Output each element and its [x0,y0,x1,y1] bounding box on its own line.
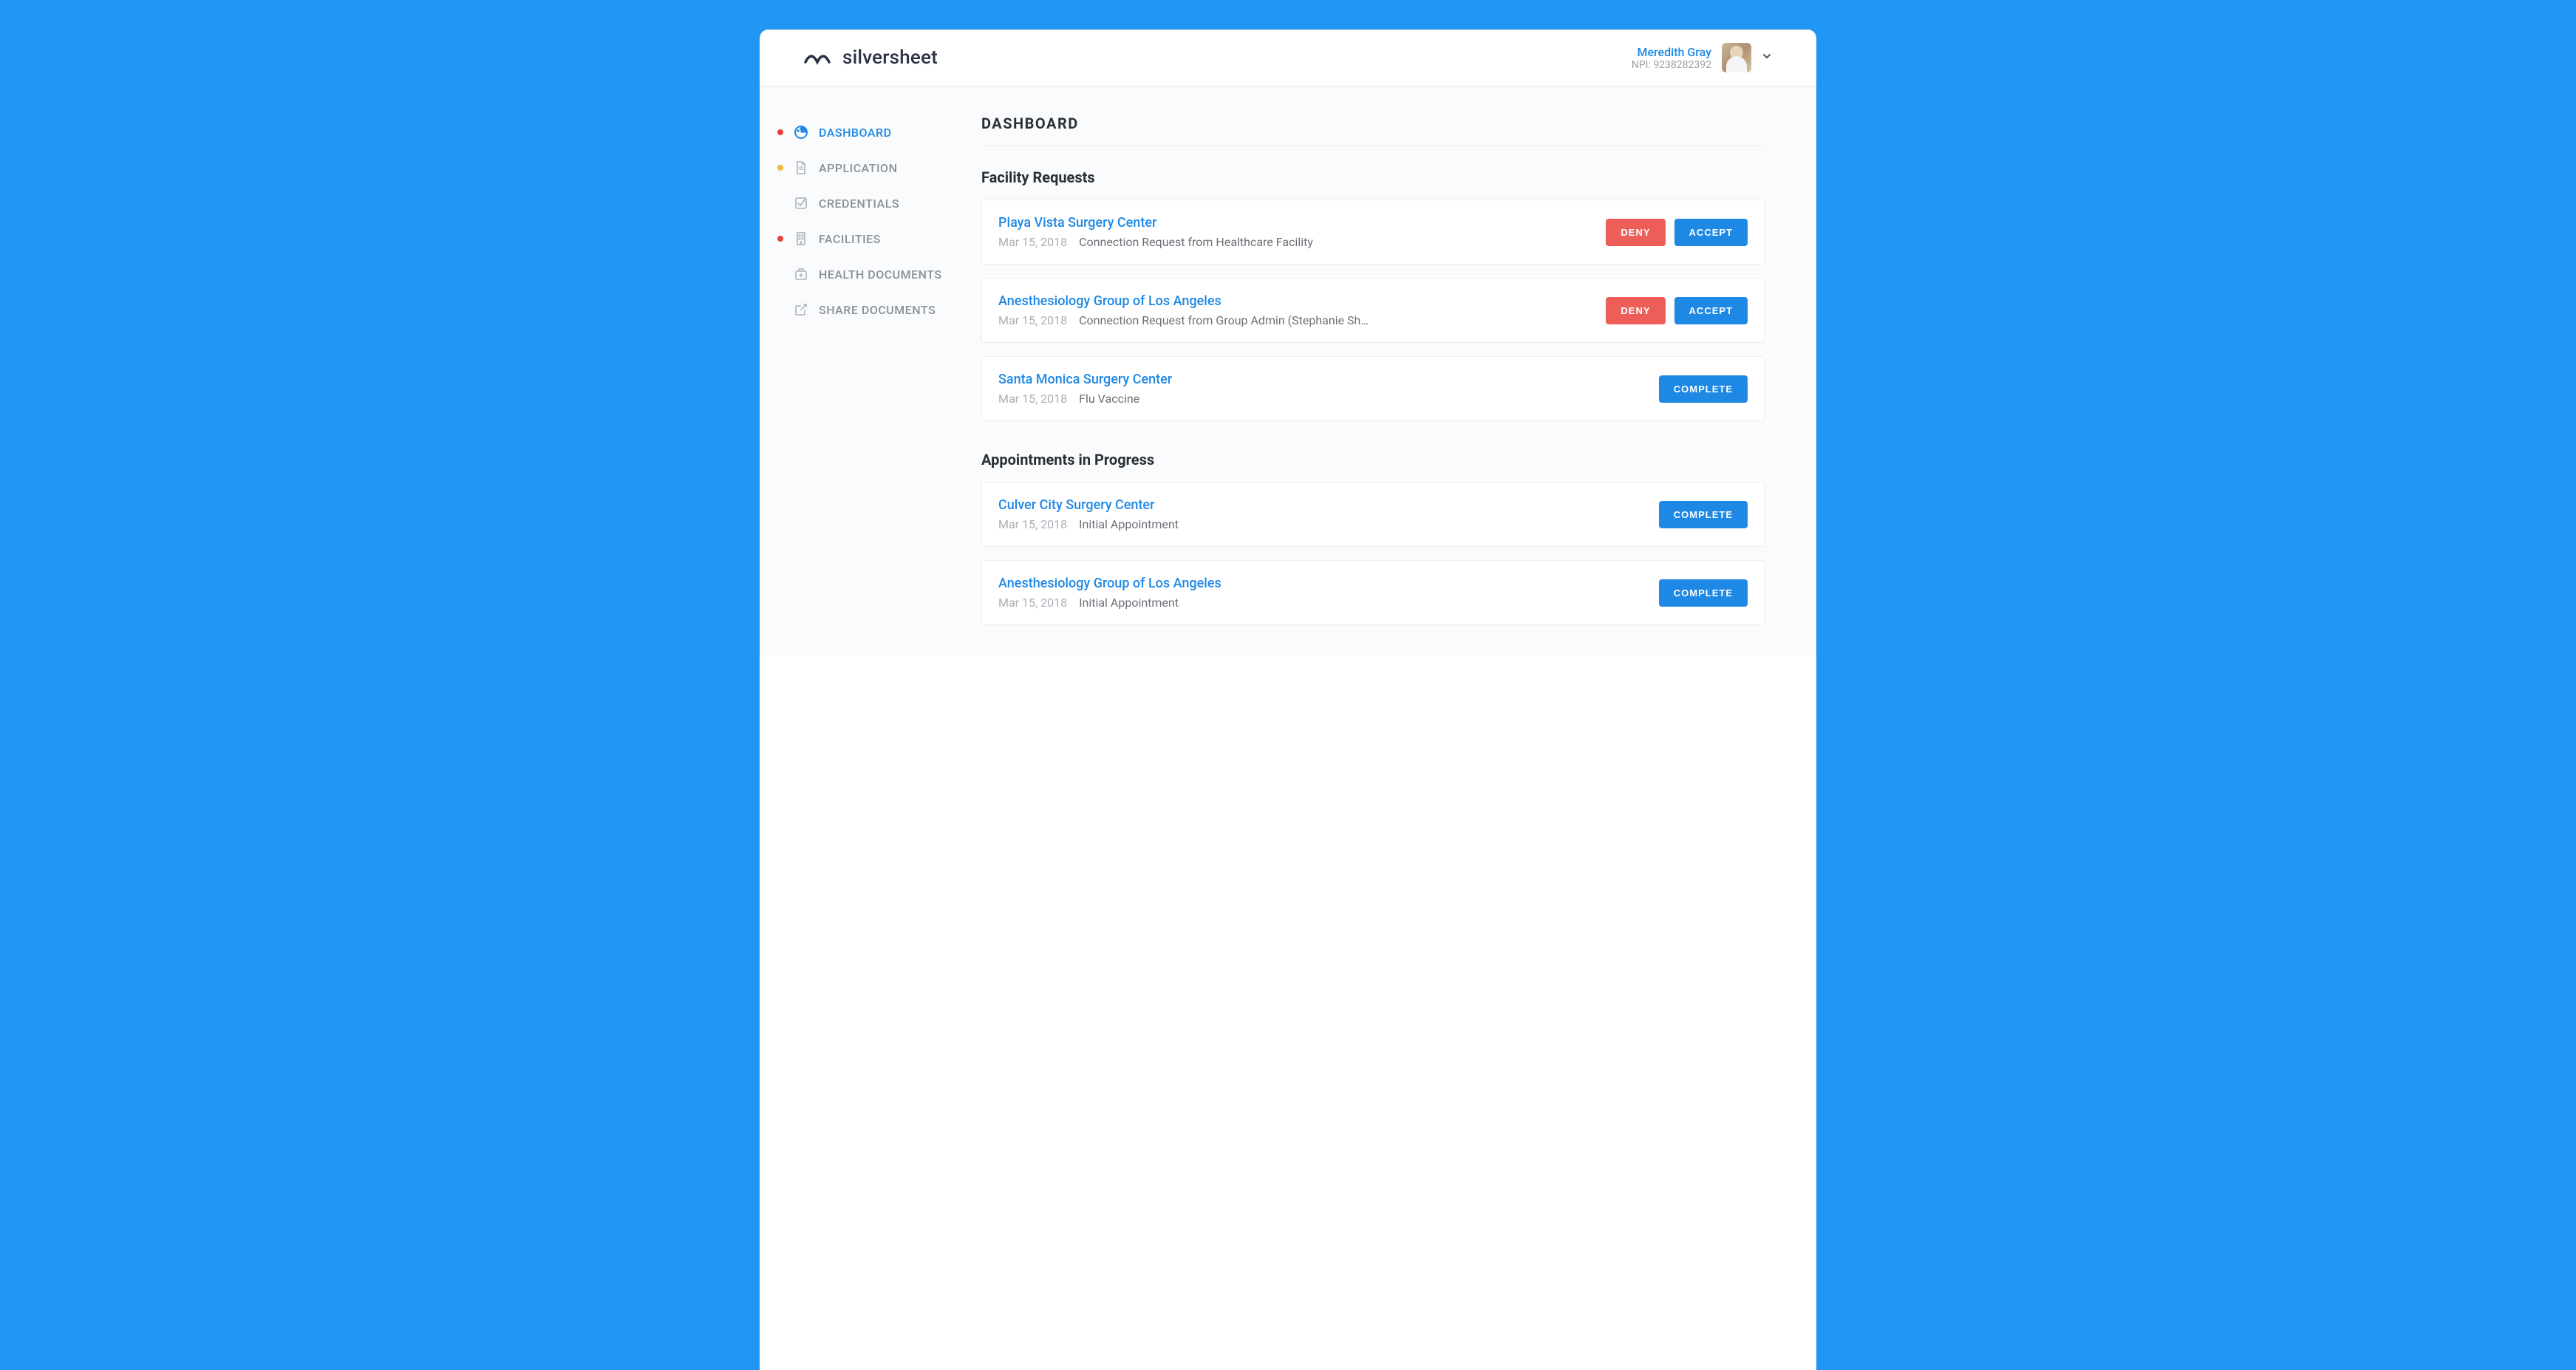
section-facility-requests: Facility Requests Playa Vista Surgery Ce… [981,168,1765,421]
app-window: silversheet Meredith Gray NPI: 923828239… [760,30,1816,1370]
logo[interactable]: silversheet [804,47,938,69]
card-description: Initial Appointment [1079,596,1179,610]
brand-name: silversheet [842,47,938,69]
chevron-down-icon[interactable] [1762,51,1772,64]
request-card: Playa Vista Surgery Center Mar 15, 2018 … [981,200,1765,265]
sidebar-item-label: HEALTH DOCUMENTS [819,267,942,282]
main-content: DASHBOARD Facility Requests Playa Vista … [981,86,1816,655]
card-info: Culver City Surgery Center Mar 15, 2018 … [998,497,1644,531]
card-date: Mar 15, 2018 [998,392,1067,406]
user-menu[interactable]: Meredith Gray NPI: 9238282392 [1632,43,1772,72]
external-link-icon [794,302,808,317]
card-info: Anesthesiology Group of Los Angeles Mar … [998,576,1644,610]
check-square-icon [794,196,808,211]
facility-link[interactable]: Anesthesiology Group of Los Angeles [998,576,1644,591]
user-meta: Meredith Gray NPI: 9238282392 [1632,45,1711,71]
sidebar-item-label: FACILITIES [819,232,881,246]
appointment-card: Culver City Surgery Center Mar 15, 2018 … [981,482,1765,547]
appointment-card: Anesthesiology Group of Los Angeles Mar … [981,560,1765,625]
section-title: Appointments in Progress [981,451,1765,468]
sidebar-item-label: APPLICATION [819,161,897,175]
sidebar-item-health-documents[interactable]: HEALTH DOCUMENTS [777,256,981,292]
request-card: Santa Monica Surgery Center Mar 15, 2018… [981,356,1765,421]
deny-button[interactable]: DENY [1606,297,1665,324]
facility-link[interactable]: Culver City Surgery Center [998,497,1644,513]
card-actions: DENY ACCEPT [1606,219,1748,246]
sidebar-item-share-documents[interactable]: SHARE DOCUMENTS [777,292,981,327]
status-dot [777,200,783,206]
card-info: Anesthesiology Group of Los Angeles Mar … [998,293,1591,327]
complete-button[interactable]: COMPLETE [1659,579,1748,607]
dashboard-icon [794,125,808,140]
card-actions: COMPLETE [1659,375,1748,403]
card-date: Mar 15, 2018 [998,235,1067,249]
status-dot [777,236,783,242]
document-icon [794,160,808,175]
card-info: Playa Vista Surgery Center Mar 15, 2018 … [998,215,1591,249]
request-card: Anesthesiology Group of Los Angeles Mar … [981,278,1765,343]
deny-button[interactable]: DENY [1606,219,1665,246]
card-date: Mar 15, 2018 [998,313,1067,327]
card-meta: Mar 15, 2018 Connection Request from Gro… [998,313,1591,327]
user-name: Meredith Gray [1632,45,1711,59]
facility-link[interactable]: Playa Vista Surgery Center [998,215,1591,231]
card-actions: COMPLETE [1659,501,1748,528]
medkit-icon [794,267,808,282]
facility-link[interactable]: Santa Monica Surgery Center [998,372,1644,387]
sidebar-item-dashboard[interactable]: DASHBOARD [777,115,981,150]
card-meta: Mar 15, 2018 Initial Appointment [998,517,1644,531]
card-actions: COMPLETE [1659,579,1748,607]
sidebar-item-label: CREDENTIALS [819,197,899,211]
card-actions: DENY ACCEPT [1606,297,1748,324]
card-meta: Mar 15, 2018 Connection Request from Hea… [998,235,1591,249]
sidebar-item-application[interactable]: APPLICATION [777,150,981,185]
complete-button[interactable]: COMPLETE [1659,501,1748,528]
section-title: Facility Requests [981,168,1765,186]
sidebar-item-label: SHARE DOCUMENTS [819,303,936,317]
card-date: Mar 15, 2018 [998,517,1067,531]
logo-mark-icon [804,47,836,68]
building-icon [794,231,808,246]
facility-link[interactable]: Anesthesiology Group of Los Angeles [998,293,1591,309]
card-description: Connection Request from Healthcare Facil… [1079,235,1313,249]
status-dot [777,165,783,171]
user-npi: NPI: 9238282392 [1632,59,1711,71]
accept-button[interactable]: ACCEPT [1674,219,1748,246]
body: DASHBOARD APPLICATION CREDENTIALS [760,86,1816,655]
complete-button[interactable]: COMPLETE [1659,375,1748,403]
status-dot [777,307,783,313]
section-appointments: Appointments in Progress Culver City Sur… [981,451,1765,625]
card-date: Mar 15, 2018 [998,596,1067,610]
page-title: DASHBOARD [981,115,1765,146]
avatar[interactable] [1722,43,1751,72]
status-dot [777,271,783,277]
header: silversheet Meredith Gray NPI: 923828239… [760,30,1816,86]
card-description: Flu Vaccine [1079,392,1139,406]
card-description: Connection Request from Group Admin (Ste… [1079,313,1369,327]
card-meta: Mar 15, 2018 Initial Appointment [998,596,1644,610]
card-description: Initial Appointment [1079,517,1179,531]
accept-button[interactable]: ACCEPT [1674,297,1748,324]
sidebar-item-facilities[interactable]: FACILITIES [777,221,981,256]
status-dot [777,129,783,135]
sidebar-item-credentials[interactable]: CREDENTIALS [777,185,981,221]
card-meta: Mar 15, 2018 Flu Vaccine [998,392,1644,406]
sidebar: DASHBOARD APPLICATION CREDENTIALS [760,86,981,655]
sidebar-item-label: DASHBOARD [819,126,892,140]
card-info: Santa Monica Surgery Center Mar 15, 2018… [998,372,1644,406]
